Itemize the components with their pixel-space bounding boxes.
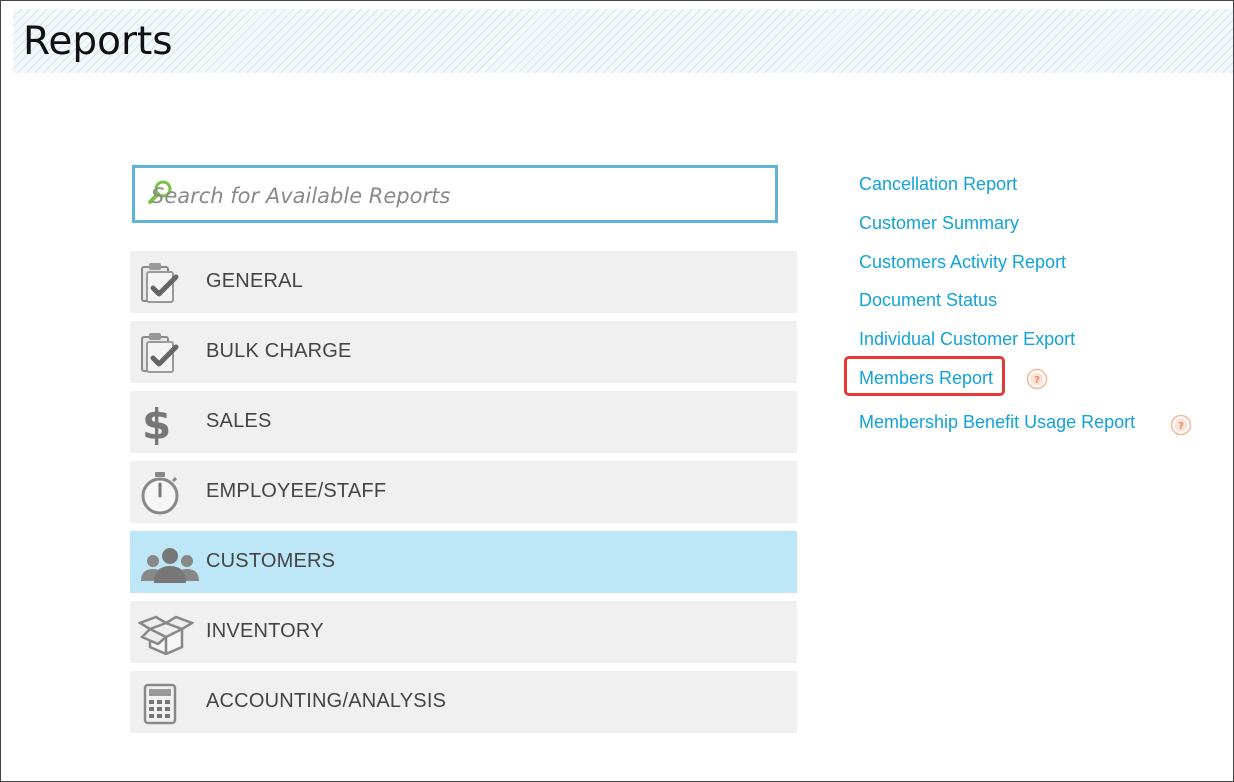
- svg-text:?: ?: [1034, 375, 1040, 386]
- category-label: GENERAL: [206, 270, 303, 292]
- search-box[interactable]: [132, 165, 778, 223]
- help-icon[interactable]: ?: [1026, 368, 1048, 390]
- category-bulk-charge[interactable]: BULK CHARGE: [130, 321, 797, 383]
- report-link-membership-benefit-usage-report[interactable]: Membership Benefit Usage Report: [859, 412, 1135, 433]
- category-label: BULK CHARGE: [206, 340, 352, 362]
- page-header: [13, 9, 1233, 73]
- search-input[interactable]: [149, 178, 753, 214]
- svg-text:?: ?: [1178, 421, 1184, 432]
- category-label: ACCOUNTING/ANALYSIS: [206, 690, 447, 712]
- report-link-document-status[interactable]: Document Status: [859, 290, 997, 311]
- category-employee-staff[interactable]: EMPLOYEE/STAFF: [130, 461, 797, 523]
- category-label: EMPLOYEE/STAFF: [206, 480, 387, 502]
- help-icon[interactable]: ?: [1170, 414, 1192, 436]
- people-icon: [141, 548, 199, 583]
- category-label: SALES: [206, 410, 272, 432]
- dollar-icon: $: [142, 401, 171, 445]
- clipboard-check-icon: [141, 333, 179, 373]
- report-link-customer-summary[interactable]: Customer Summary: [859, 213, 1019, 234]
- category-customers[interactable]: CUSTOMERS: [130, 531, 797, 593]
- category-accounting-analysis[interactable]: ACCOUNTING/ANALYSIS: [130, 671, 797, 733]
- category-list: GENERAL BULK CHARGE $ SALES EMPLOYEE/STA…: [130, 251, 797, 741]
- report-link-members-report[interactable]: Members Report: [859, 368, 993, 389]
- category-label: CUSTOMERS: [206, 550, 336, 572]
- reports-window: Reports GENERAL BULK CH: [0, 0, 1234, 782]
- page-title: Reports: [23, 19, 173, 64]
- open-box-icon: [138, 615, 194, 655]
- calculator-icon: [143, 683, 177, 725]
- report-link-individual-customer-export[interactable]: Individual Customer Export: [859, 329, 1075, 350]
- category-sales[interactable]: $ SALES: [130, 391, 797, 453]
- report-link-cancellation-report[interactable]: Cancellation Report: [859, 174, 1017, 195]
- clipboard-check-icon: [141, 263, 179, 303]
- category-label: INVENTORY: [206, 620, 324, 642]
- report-link-customers-activity-report[interactable]: Customers Activity Report: [859, 252, 1066, 273]
- category-inventory[interactable]: INVENTORY: [130, 601, 797, 663]
- stopwatch-icon: [141, 472, 179, 515]
- category-general[interactable]: GENERAL: [130, 251, 797, 313]
- svg-text:$: $: [142, 401, 171, 445]
